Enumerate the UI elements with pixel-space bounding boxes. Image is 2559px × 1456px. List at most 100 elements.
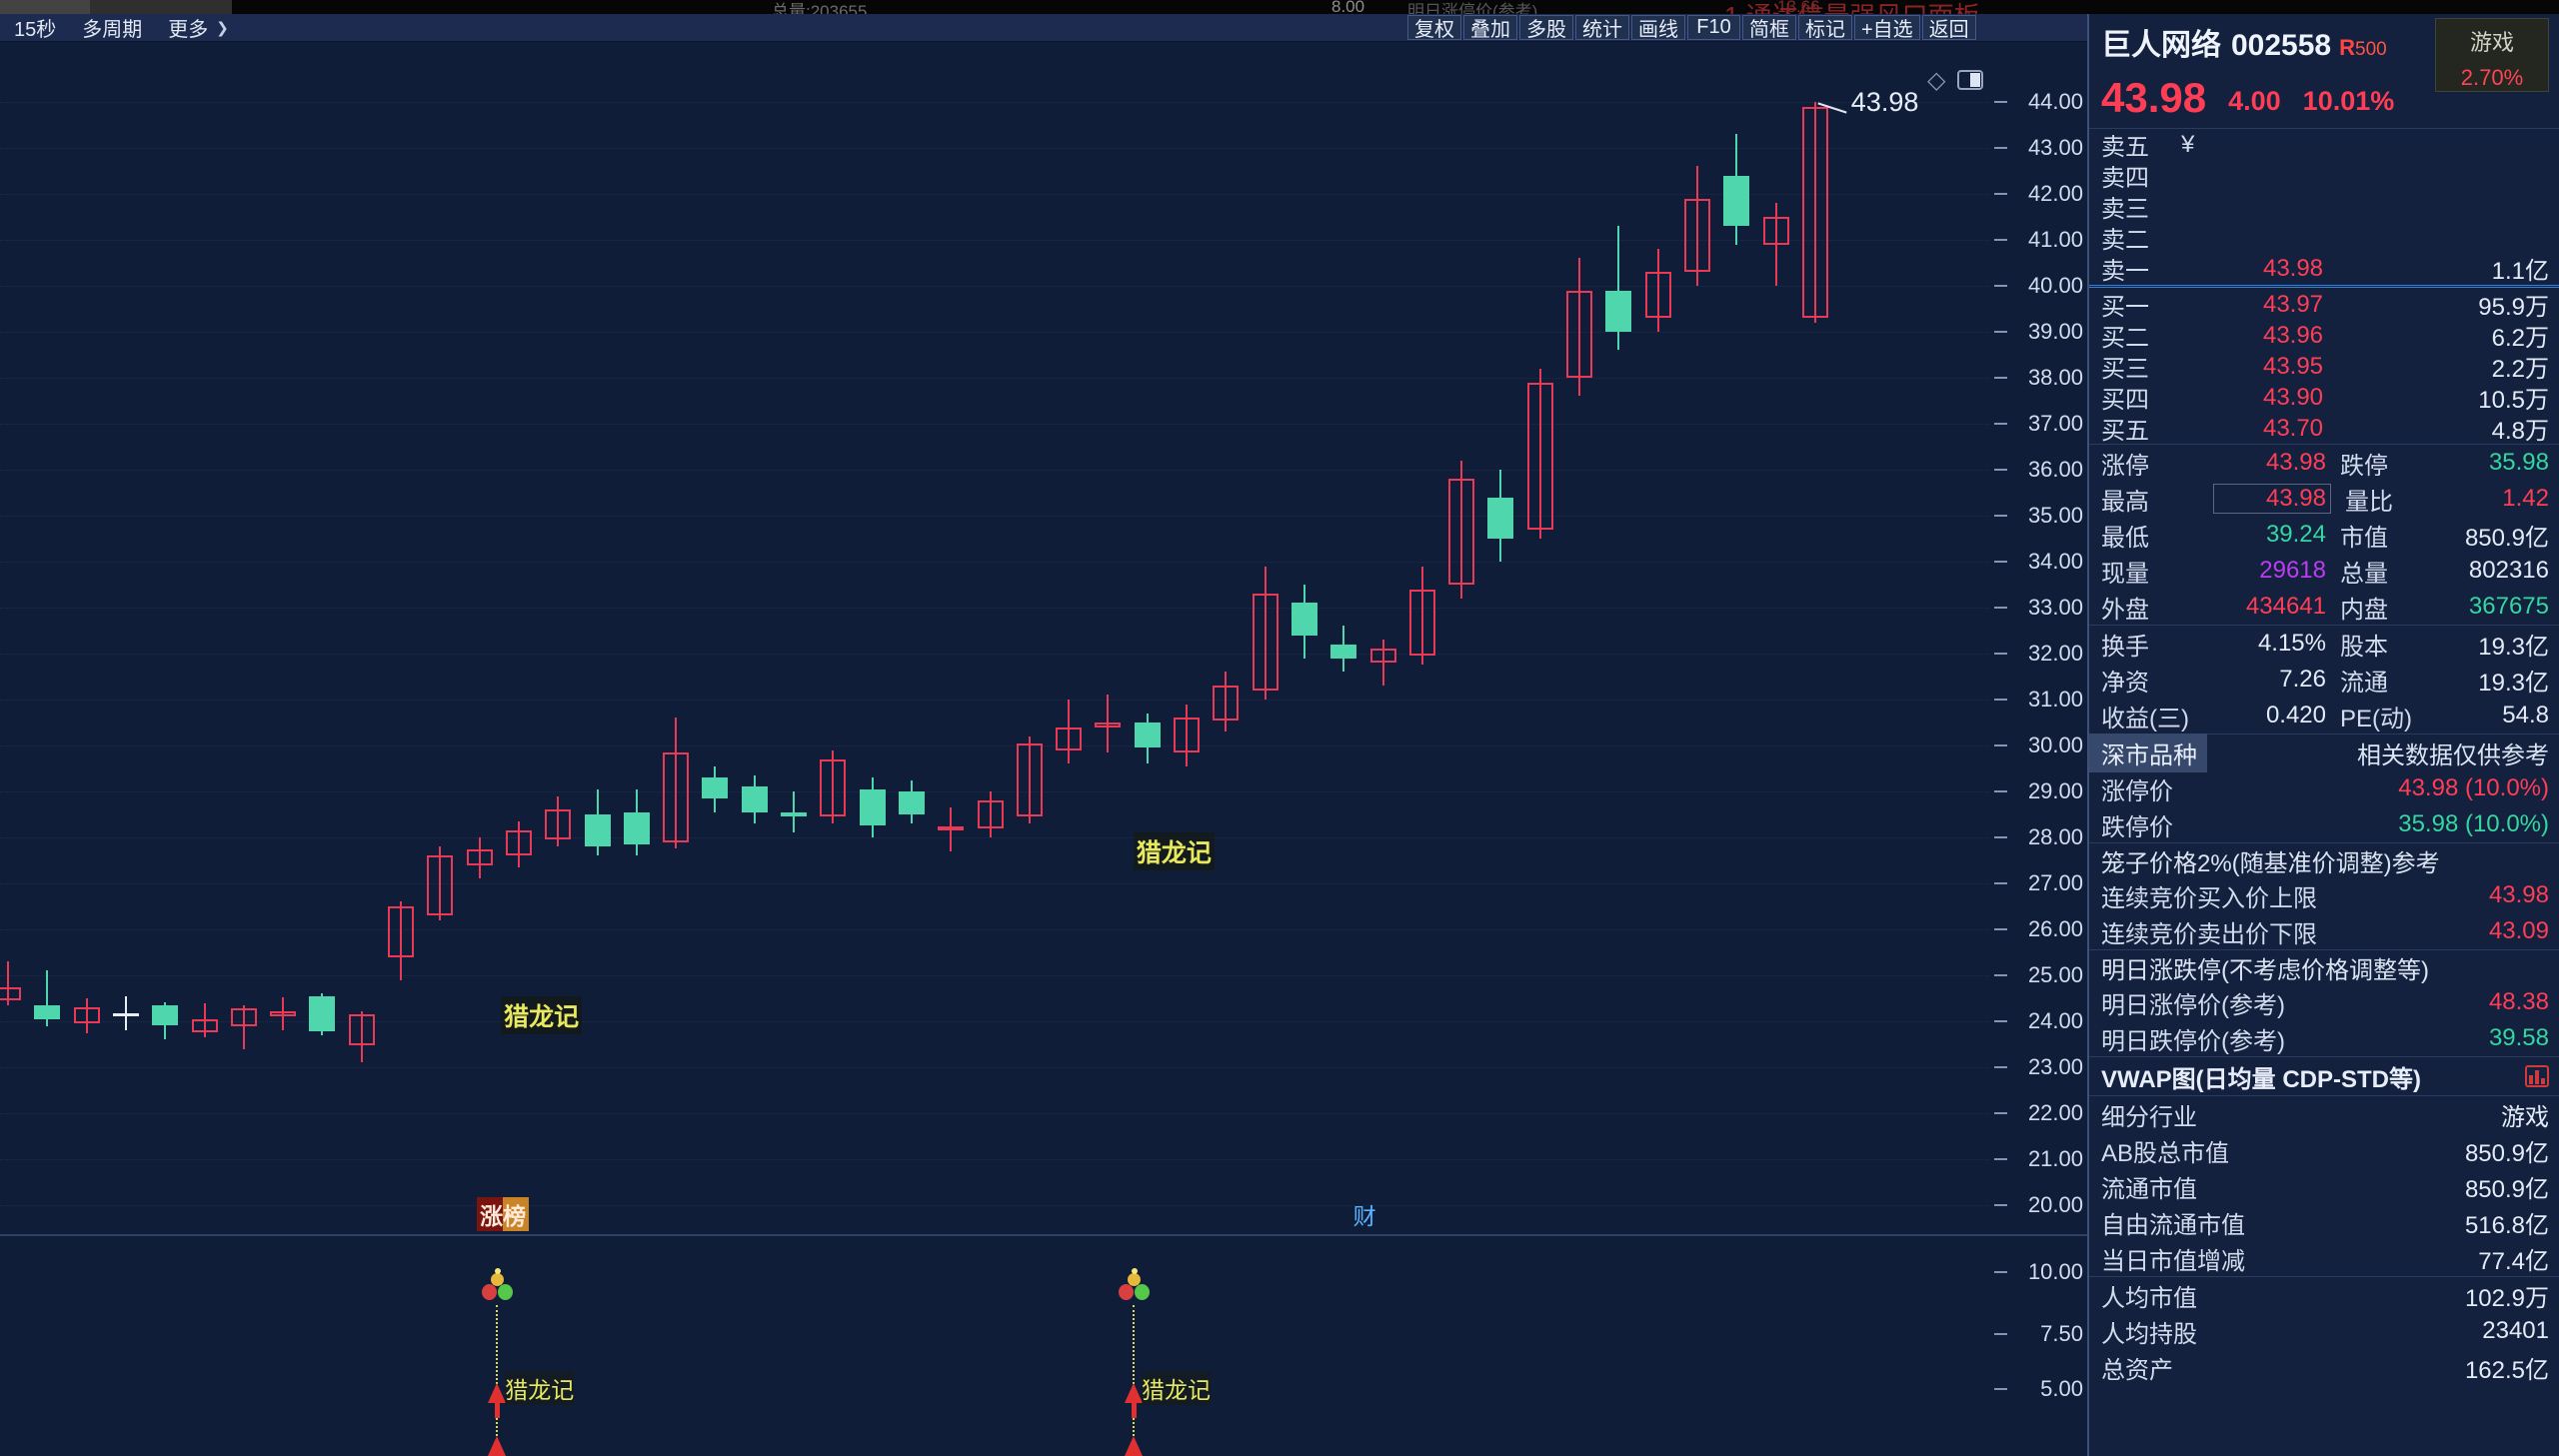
buy-row-1[interactable]: 买一 43.97 95.9万 [2089,289,2559,320]
vwap-row[interactable]: VWAP图(日均量 CDP-STD等) [2089,1056,2559,1095]
add-favorite-button[interactable]: +自选 [1854,15,1920,40]
candle-body [1291,603,1317,635]
ab-cap-value: 850.9亿 [2465,1133,2549,1168]
diamond-icon[interactable]: ◇ [1927,66,1945,95]
stat-row: 收益(三) 0.420 PE(动) 54.8 [2089,698,2559,733]
industry-value: 游戏 [2501,1097,2549,1132]
buy2-price: 43.96 [2167,322,2419,350]
industry-box[interactable]: 游戏 2.70% [2435,18,2549,92]
gridline [0,1205,1989,1206]
stat-value: 43.98 [2213,449,2326,477]
stat-row: 净资 7.26 流通 19.3亿 [2089,662,2559,698]
market-section: 深市品种 相关数据仅供参考 涨停价 43.98 (10.0%) 跌停价 35.9… [2089,733,2559,842]
stock-name[interactable]: 巨人网络 [2101,29,2221,62]
ab-cap-row: AB股总市值 850.9亿 [2089,1132,2559,1168]
cap-change-row: 当日市值增减 77.4亿 [2089,1240,2559,1276]
sell-row-3[interactable]: 卖三 [2089,191,2559,222]
stat-label: 涨停 [2101,446,2213,481]
limit-down-row: 跌停价 35.98 (10.0%) [2089,806,2559,842]
up-arrow-icon [488,1383,506,1403]
gridline [0,516,1989,517]
overlay-button[interactable]: 叠加 [1463,15,1517,40]
quote-sidebar: 巨人网络002558R500 游戏 2.70% 43.98 4.00 10.01… [2087,14,2559,1456]
stat-value: 850.9亿 [2436,518,2549,553]
candle-body [427,855,453,915]
buy-row-4[interactable]: 买四 43.90 10.5万 [2089,382,2559,413]
f10-button[interactable]: F10 [1687,15,1740,40]
candle-body [231,1008,257,1025]
vwap-label: VWAP图(日均量 CDP-STD等) [2101,1059,2421,1094]
period-15s-button[interactable]: 15秒 [14,13,56,42]
stat-value: 54.8 [2436,702,2549,729]
candle-body [1802,107,1828,319]
per-capita-shares-label: 人均持股 [2101,1314,2482,1349]
industry-row[interactable]: 细分行业 游戏 [2089,1096,2559,1132]
candle-body [585,814,611,846]
buy3-label: 买三 [2101,349,2167,384]
panel-toggle-icon[interactable] [1957,70,1983,90]
price-tick-label: 40.00 [2003,273,2083,299]
buy3-vol: 2.2万 [2419,349,2549,384]
candle-body [978,800,1004,828]
candlestick-chart[interactable]: 44.0043.0042.0041.0040.0039.0038.0037.00… [0,0,2087,1456]
sell-row-2[interactable]: 卖二 [2089,222,2559,253]
app-window: 总量:203655 8.00 明日涨停价(参考) 13.66 1.通达信最强风口… [0,0,2559,1456]
event-marker-icon[interactable] [1118,1271,1150,1305]
price-tick-label: 29.00 [2003,778,2083,804]
stat-label: PE(动) [2340,699,2436,733]
simple-frame-button[interactable]: 简框 [1742,15,1796,40]
price-tick-label: 35.00 [2003,503,2083,529]
event-label[interactable]: 猎龙记 [505,1371,574,1405]
toolbar: 15秒 多周期 更多 ❯ 复权 叠加 多股 统计 画线 F10 简框 标记 +自… [0,14,2087,42]
price-tick-label: 42.00 [2003,181,2083,207]
draw-line-button[interactable]: 画线 [1631,15,1685,40]
gridline [0,791,1989,792]
industry-label: 细分行业 [2101,1097,2501,1132]
chart-panel: 44.0043.0042.0041.0040.0039.0038.0037.00… [0,0,2087,1456]
event-label[interactable]: 猎龙记 [1134,832,1215,870]
price-tick-label: 41.00 [2003,227,2083,253]
stat-value: 0.420 [2213,702,2326,729]
buy2-vol: 6.2万 [2419,318,2549,353]
gridline [0,378,1989,379]
buy-row-3[interactable]: 买三 43.95 2.2万 [2089,351,2559,382]
candle-wick [1382,640,1384,686]
candle-body [742,786,768,811]
event-label[interactable]: 猎龙记 [501,996,582,1034]
per-capita-cap-value: 102.9万 [2465,1278,2549,1313]
chevron-right-icon[interactable]: ❯ [216,19,229,37]
multi-stock-button[interactable]: 多股 [1519,15,1573,40]
sell1-price: 43.98 [2167,255,2419,283]
sell-row-1[interactable]: 卖一 43.98 1.1亿 [2089,253,2559,284]
hot-list-badge[interactable]: 涨榜 [477,1197,529,1231]
free-float-label: 自由流通市值 [2101,1205,2465,1240]
buy-row-2[interactable]: 买二 43.96 6.2万 [2089,320,2559,351]
more-button[interactable]: 更多 [168,13,208,42]
price-tick-label: 10.00 [2003,1259,2083,1285]
back-button[interactable]: 返回 [1922,15,1976,40]
sell-row-4[interactable]: 卖四 [2089,160,2559,191]
finance-badge[interactable]: 财 [1353,1197,1376,1231]
event-marker-icon[interactable] [481,1271,513,1305]
stat-label: 流通 [2340,663,2436,698]
gridline [0,1113,1989,1114]
candle-body [113,1013,139,1016]
multi-period-button[interactable]: 多周期 [82,13,142,42]
buy1-label: 买一 [2101,287,2167,322]
event-label[interactable]: 猎龙记 [1142,1371,1211,1405]
gridline [0,975,1989,976]
bar-chart-icon[interactable] [2525,1065,2549,1087]
buy-row-5[interactable]: 买五 43.70 4.8万 [2089,413,2559,444]
stat-label: 量比 [2345,482,2441,517]
candle-body [467,849,493,865]
up-arrow-stem [1132,1402,1137,1418]
cage-buy-row: 连续竞价买入价上限 43.98 [2089,877,2559,913]
fuquan-button[interactable]: 复权 [1407,15,1461,40]
price-tick-label: 28.00 [2003,824,2083,850]
candle-body [1566,291,1592,378]
sell-row-5[interactable]: 卖五 ¥ [2089,129,2559,160]
mark-button[interactable]: 标记 [1798,15,1852,40]
candle-body [1174,718,1200,752]
stats-button[interactable]: 统计 [1575,15,1629,40]
candle-body [624,812,650,844]
